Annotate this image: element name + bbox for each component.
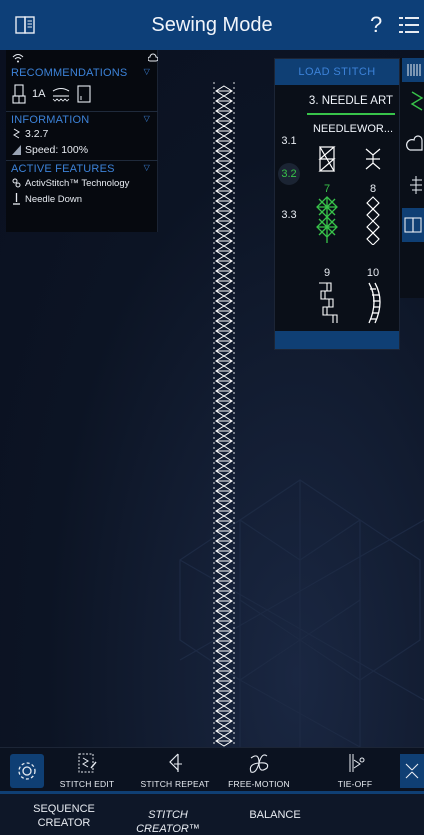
stitch-preview <box>365 148 381 170</box>
tie-off-button[interactable]: TIE-OFF <box>320 752 390 789</box>
load-stitch-footer <box>275 331 399 349</box>
subcategory-name: NEEDLEWOR... <box>312 123 394 135</box>
stitch-icon <box>13 128 20 139</box>
tab-balance[interactable]: BALANCE <box>240 808 310 822</box>
stitch-seam <box>213 82 235 747</box>
expand-icon <box>405 763 419 779</box>
stitch-category-selector[interactable]: 3. NEEDLE ART <box>307 91 395 115</box>
feature-activstitch-row: ActivStitch™ Technology <box>6 175 158 191</box>
stitch-preview <box>366 196 380 246</box>
needle-icon <box>77 85 92 103</box>
stitch-repeat-icon <box>169 753 182 772</box>
stitch-option[interactable] <box>353 145 393 178</box>
menu-icon[interactable] <box>398 14 420 36</box>
info-panel: RECOMMENDATIONS ▽ 1A INFORMATION ▽ 3.2.7… <box>6 50 158 232</box>
activstitch-icon <box>12 178 21 188</box>
collapse-icon: ▽ <box>143 67 150 76</box>
top-bar: Sewing Mode ? <box>0 0 424 50</box>
active-features-header[interactable]: ACTIVE FEATURES ▽ <box>6 163 158 175</box>
cloud-icon <box>406 135 423 151</box>
needle-down-icon <box>13 193 20 205</box>
collapse-icon: ▽ <box>143 114 150 123</box>
help-icon[interactable]: ? <box>370 12 382 38</box>
subcategory-3-1[interactable]: 3.1 <box>277 131 301 151</box>
presser-foot-label: 1A <box>32 88 46 100</box>
settings-button[interactable] <box>10 754 44 788</box>
page-title: Sewing Mode <box>151 14 273 36</box>
tab-stitch-creator[interactable]: STITCH CREATOR™ <box>116 808 220 835</box>
speed-row: Speed: 100% <box>6 142 158 158</box>
expand-button[interactable] <box>400 754 424 788</box>
information-header[interactable]: INFORMATION ▽ <box>6 114 158 126</box>
stitch-preview-tab[interactable] <box>402 88 424 118</box>
stitch-tab[interactable] <box>402 58 424 82</box>
guide-book-icon <box>404 217 422 233</box>
free-motion-button[interactable]: FREE-MOTION <box>224 752 294 789</box>
stitch-list-icon <box>407 64 421 76</box>
cloud-icon[interactable] <box>148 53 158 62</box>
stitch-number-row: 3.2.7 <box>6 126 158 142</box>
stitch-repeat-button[interactable]: STITCH REPEAT <box>140 752 210 789</box>
zigzag-icon <box>410 91 424 111</box>
stitch-position-icon <box>410 176 422 194</box>
tie-off-icon <box>349 754 365 772</box>
stitch-option-9[interactable]: 9 <box>307 267 347 330</box>
recommendations-header[interactable]: RECOMMENDATIONS ▽ <box>6 67 158 79</box>
wifi-icon <box>12 54 24 63</box>
guide-tab[interactable] <box>402 208 424 242</box>
cloud-tab[interactable] <box>402 130 424 160</box>
stitch-position-tab[interactable] <box>402 170 424 200</box>
subcategory-3-3[interactable]: 3.3 <box>277 205 301 225</box>
load-stitch-panel: LOAD STITCH 3. NEEDLE ART 3.1 3.2 3.3 NE… <box>274 58 400 350</box>
stitch-option-7[interactable]: 7 <box>307 183 347 250</box>
free-motion-icon <box>249 754 269 773</box>
stitch-preview <box>368 282 381 324</box>
feature-needle-row: Needle Down <box>6 191 158 207</box>
stitch-option-8[interactable]: 8 <box>353 183 393 250</box>
stabilizer-icon <box>53 87 70 102</box>
load-stitch-title: LOAD STITCH <box>275 59 399 85</box>
stitch-preview <box>316 196 338 243</box>
gear-icon <box>18 762 36 780</box>
stitch-option[interactable] <box>307 145 347 178</box>
stitch-edit-icon <box>78 753 97 773</box>
subcategory-3-2[interactable]: 3.2 <box>278 163 300 185</box>
stitch-option-10[interactable]: 10 <box>353 267 393 330</box>
tab-sequence-creator[interactable]: SEQUENCE CREATOR <box>30 802 98 830</box>
bottom-toolbar: STITCH EDIT STITCH REPEAT FREE-MOTION TI… <box>0 747 424 791</box>
stitch-preview <box>318 146 336 172</box>
right-sidebar <box>400 58 424 298</box>
stitch-preview <box>319 282 338 323</box>
stitch-edit-button[interactable]: STITCH EDIT <box>52 752 122 789</box>
presser-foot-icon <box>12 84 26 104</box>
speed-icon <box>12 145 21 155</box>
collapse-icon: ▽ <box>143 163 150 172</box>
bottom-tab-bar: SEQUENCE CREATOR STITCH CREATOR™ BALANCE <box>0 791 424 835</box>
